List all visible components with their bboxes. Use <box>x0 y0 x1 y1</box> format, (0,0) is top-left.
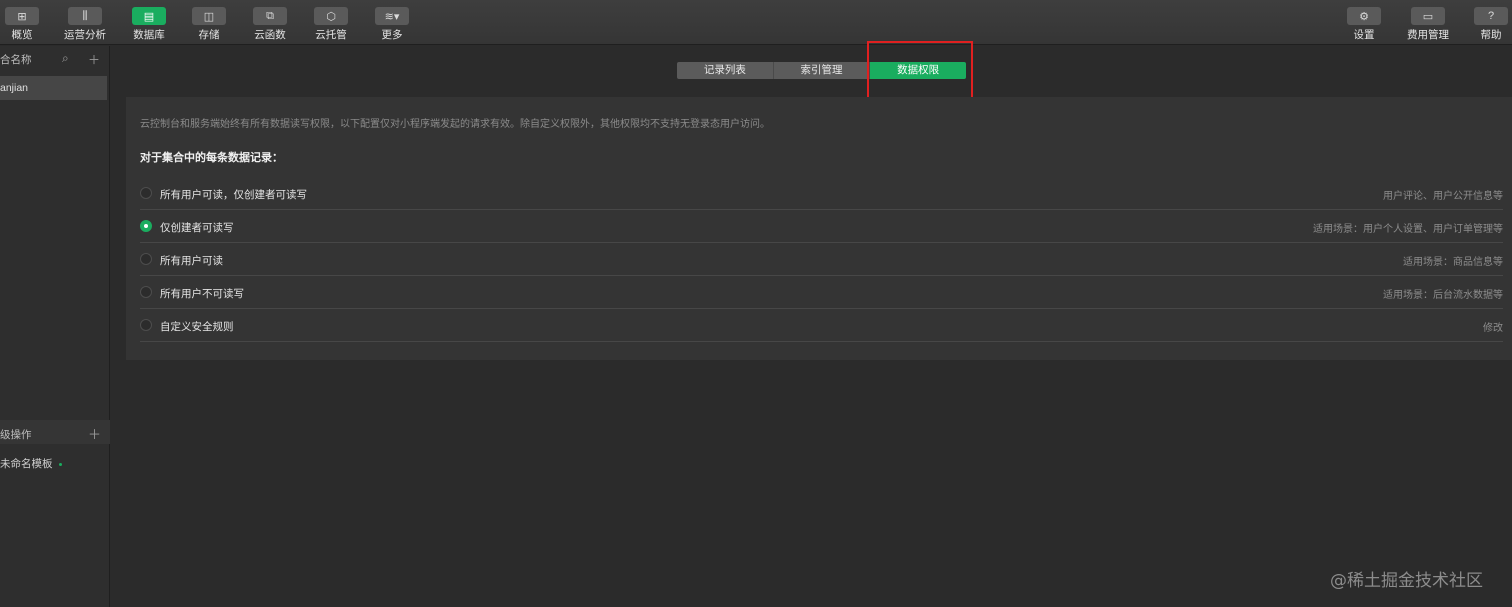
tab-records[interactable]: 记录列表 <box>677 62 774 79</box>
layers-icon: ≋▾ <box>375 7 409 25</box>
overview-icon: ⊞ <box>5 7 39 25</box>
toolbar-overview-button[interactable]: ⊞ 概览 <box>0 0 52 45</box>
permission-option-hint: 适用场景：商品信息等 <box>1403 257 1503 268</box>
toolbar-label: 费用管理 <box>1407 29 1449 41</box>
permissions-description: 云控制台和服务端始终有所有数据读写权限，以下配置仅对小程序端发起的请求有效。除自… <box>140 119 770 130</box>
toolbar-cloud-hosting-button[interactable]: ⬡ 云托管 <box>301 0 361 45</box>
radio-button[interactable] <box>140 220 152 232</box>
edit-rules-link[interactable]: 修改 <box>1483 319 1503 334</box>
toolbar-billing-button[interactable]: ▭ 费用管理 <box>1398 0 1458 45</box>
permissions-panel: 云控制台和服务端始终有所有数据读写权限，以下配置仅对小程序端发起的请求有效。除自… <box>126 97 1512 360</box>
permission-option-hint: 适用场景：后台流水数据等 <box>1383 290 1503 301</box>
top-toolbar: ⊞ 概览 ⫼ 运营分析 ▤ 数据库 ◫ 存储 ⧉ 云函数 ⬡ 云托管 ≋▾ 更多… <box>0 0 1512 45</box>
add-collection-icon[interactable]: ＋ <box>88 51 100 68</box>
database-icon: ▤ <box>132 7 166 25</box>
toolbar-label: 云函数 <box>254 29 286 41</box>
permissions-heading: 对于集合中的每条数据记录： <box>140 151 283 164</box>
toolbar-label: 概览 <box>11 29 33 41</box>
permission-option-label: 所有用户可读 <box>160 255 223 267</box>
advanced-operations-header: 级操作 ＋ <box>0 420 110 444</box>
permission-option[interactable]: 所有用户可读 适用场景：商品信息等 <box>140 243 1503 276</box>
permission-option-label: 自定义安全规则 <box>160 321 234 333</box>
storage-icon: ◫ <box>192 7 226 25</box>
toolbar-label: 数据库 <box>133 29 165 41</box>
template-item[interactable]: 未命名模板 <box>0 456 62 471</box>
collection-sidebar: 合名称 ⌕ ＋ anjian 级操作 ＋ 未命名模板 <box>0 46 110 607</box>
chart-icon: ⫼ <box>68 7 102 25</box>
permission-option[interactable]: 所有用户可读，仅创建者可读写 用户评论、用户公开信息等 <box>140 177 1503 210</box>
toolbar-label: 设置 <box>1353 29 1375 41</box>
permission-option-hint: 用户评论、用户公开信息等 <box>1383 191 1503 202</box>
help-icon: ? <box>1474 7 1508 25</box>
toolbar-label: 更多 <box>381 29 403 41</box>
toolbar-label: 帮助 <box>1480 29 1502 41</box>
toolbar-label: 云托管 <box>315 29 347 41</box>
permission-option[interactable]: 所有用户不可读写 适用场景：后台流水数据等 <box>140 276 1503 309</box>
radio-button[interactable] <box>140 187 152 199</box>
permission-option-label: 所有用户不可读写 <box>160 288 244 300</box>
toolbar-label: 运营分析 <box>64 29 106 41</box>
toolbar-storage-button[interactable]: ◫ 存储 <box>179 0 239 45</box>
permission-option-label: 仅创建者可读写 <box>160 222 234 234</box>
tab-indexes[interactable]: 索引管理 <box>773 62 871 79</box>
permission-option[interactable]: 自定义安全规则 修改 <box>140 309 1503 342</box>
radio-button[interactable] <box>140 286 152 298</box>
cube-icon: ⬡ <box>314 7 348 25</box>
permission-option-label: 所有用户可读，仅创建者可读写 <box>160 189 307 201</box>
toolbar-analytics-button[interactable]: ⫼ 运营分析 <box>55 0 115 45</box>
permission-option-hint: 适用场景：用户个人设置、用户订单管理等 <box>1313 224 1503 235</box>
billing-icon: ▭ <box>1411 7 1445 25</box>
advanced-header-label: 级操作 <box>0 429 32 441</box>
watermark: @稀土掘金技术社区 <box>1330 571 1483 591</box>
template-item-label: 未命名模板 <box>0 458 53 470</box>
radio-button[interactable] <box>140 253 152 265</box>
toolbar-cloud-function-button[interactable]: ⧉ 云函数 <box>240 0 300 45</box>
radio-button[interactable] <box>140 319 152 331</box>
collections-header-label: 合名称 <box>0 54 32 66</box>
toolbar-more-button[interactable]: ≋▾ 更多 <box>362 0 422 45</box>
add-operation-icon[interactable]: ＋ <box>88 424 101 443</box>
permission-option[interactable]: 仅创建者可读写 适用场景：用户个人设置、用户订单管理等 <box>140 210 1503 243</box>
collection-item[interactable]: anjian <box>0 76 107 100</box>
gear-icon: ⚙ <box>1347 7 1381 25</box>
toolbar-label: 存储 <box>198 29 220 41</box>
status-dot-icon <box>58 462 62 466</box>
toolbar-database-button[interactable]: ▤ 数据库 <box>119 0 179 45</box>
toolbar-help-button[interactable]: ? 帮助 <box>1461 0 1512 45</box>
function-icon: ⧉ <box>253 7 287 25</box>
search-icon[interactable]: ⌕ <box>62 51 69 66</box>
collections-header: 合名称 ⌕ ＋ <box>0 46 110 70</box>
toolbar-settings-button[interactable]: ⚙ 设置 <box>1334 0 1394 45</box>
